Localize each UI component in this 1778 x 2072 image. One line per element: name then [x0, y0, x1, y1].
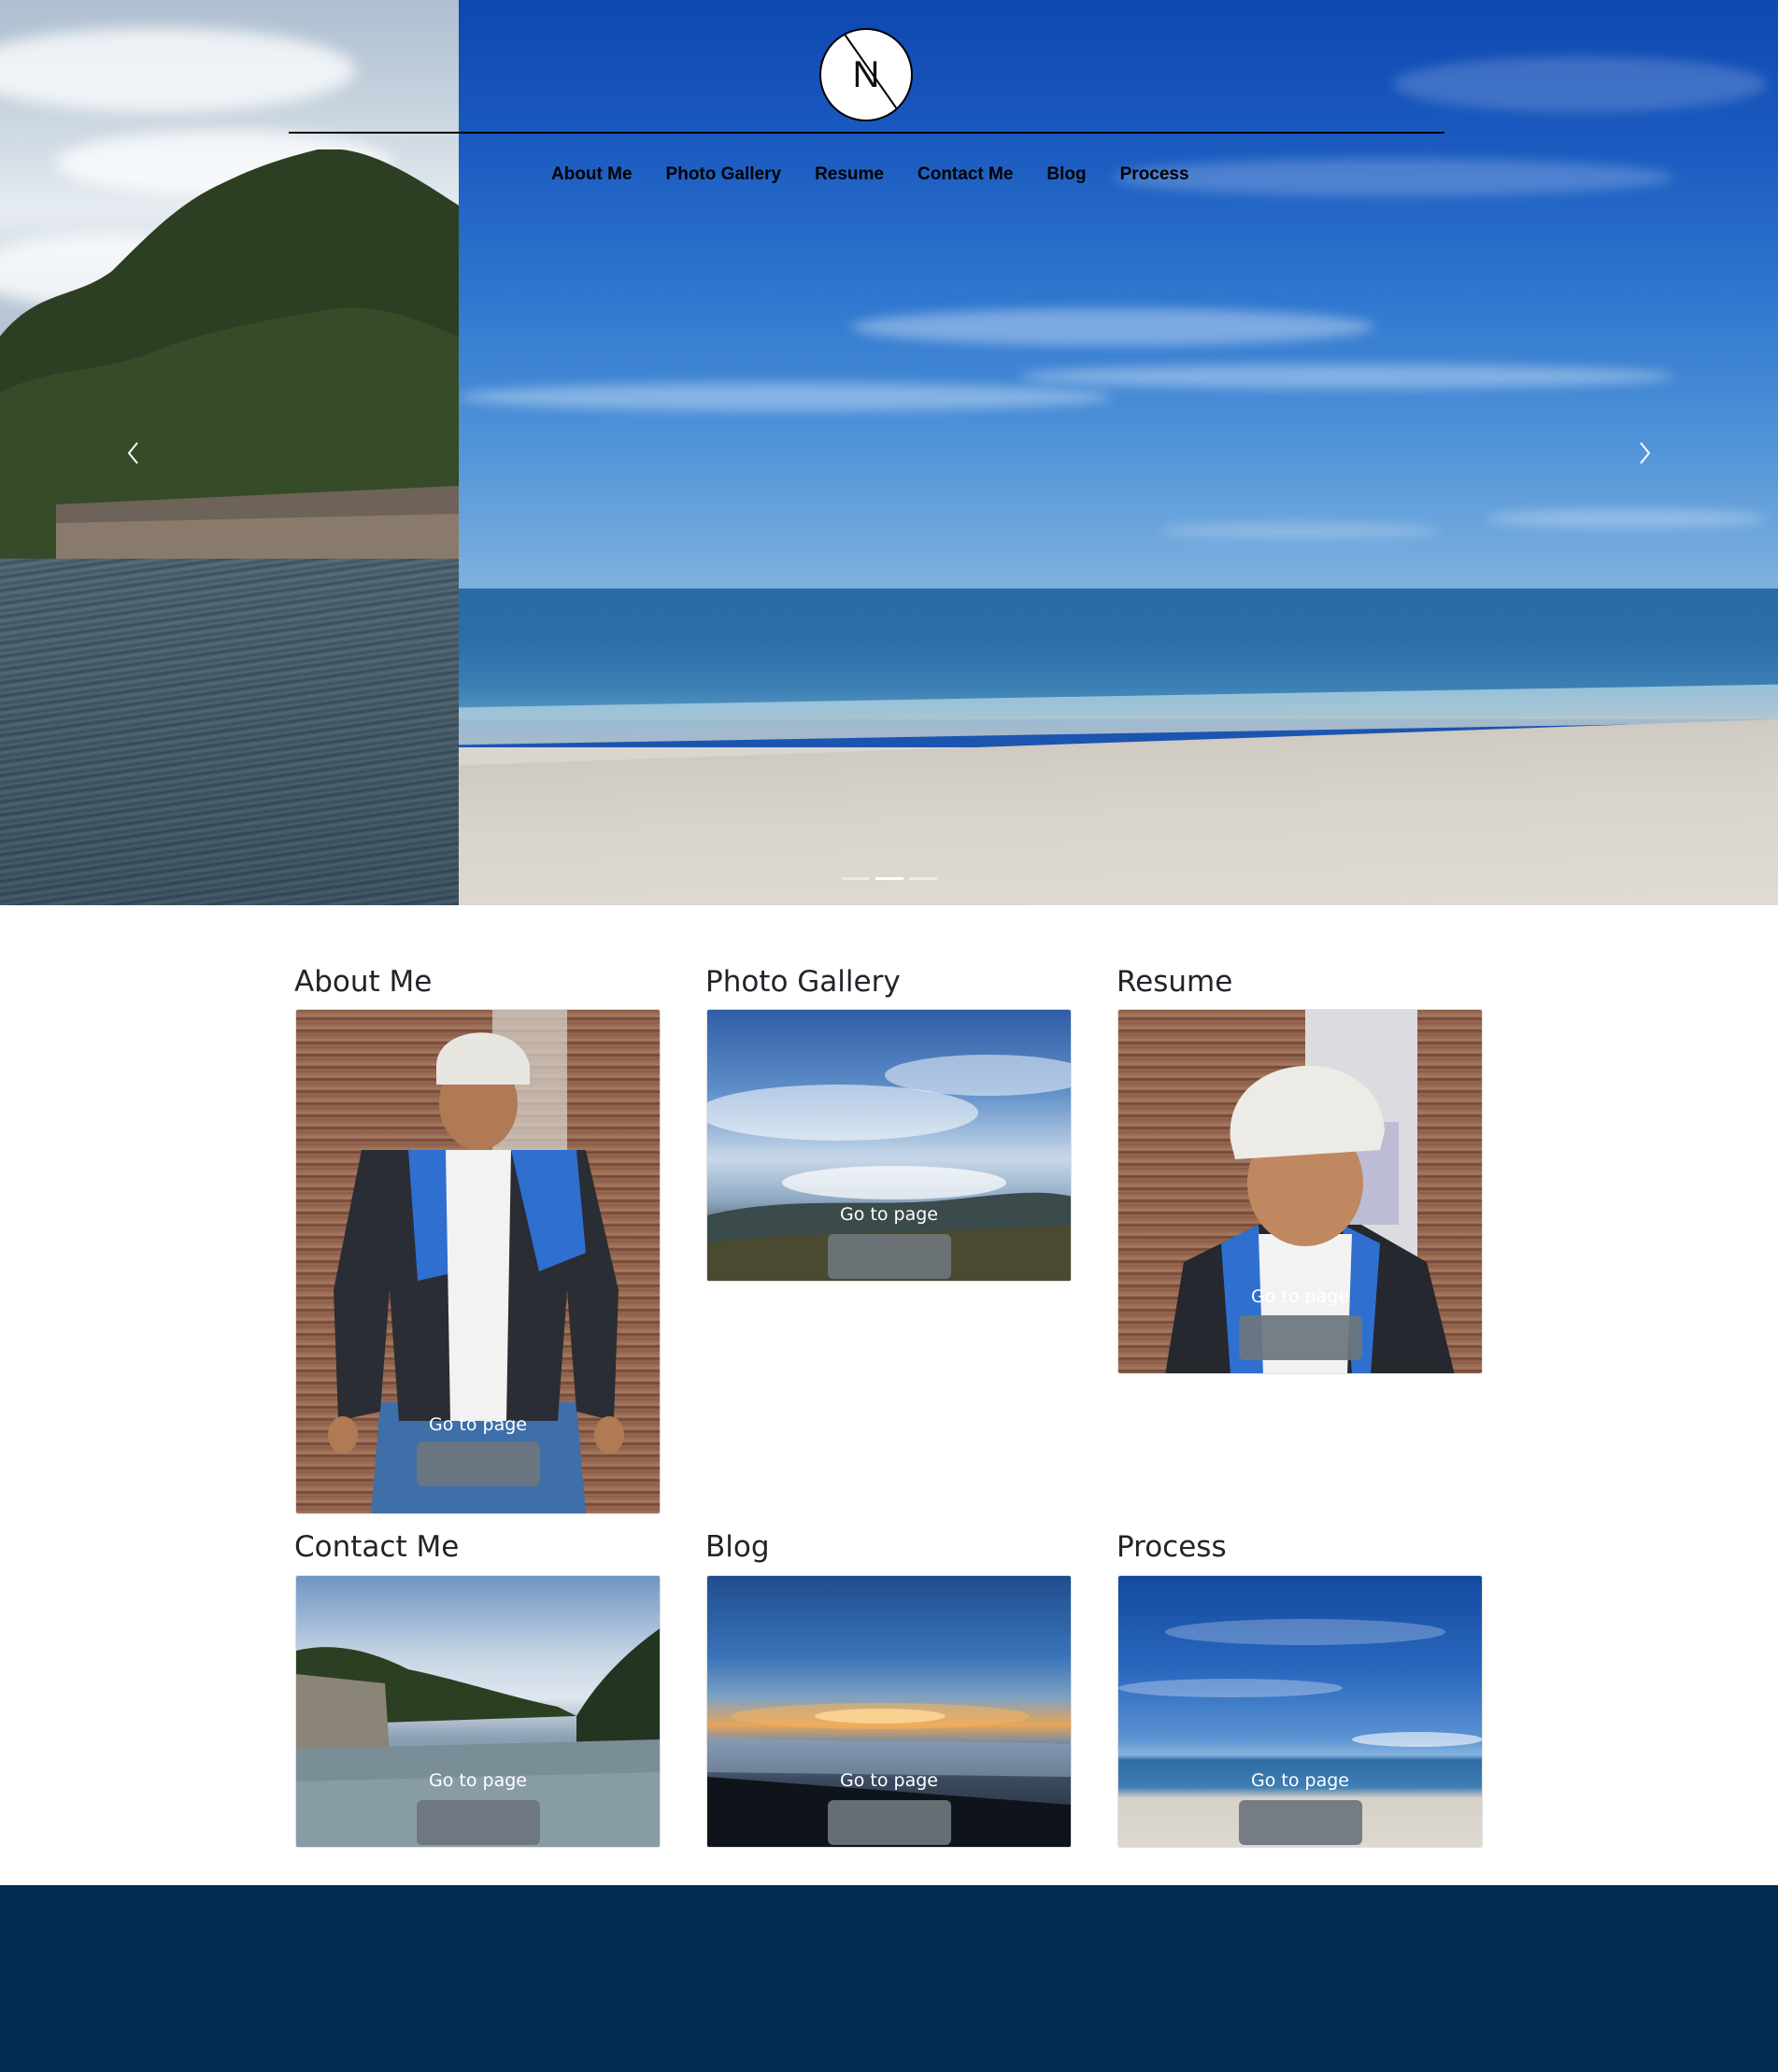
card-button-caption: Go to page — [429, 1770, 527, 1791]
nav-link-resume[interactable]: Resume — [815, 164, 884, 185]
card-title-about-me: About Me — [294, 965, 433, 999]
chevron-right-icon — [1640, 442, 1651, 464]
carousel-prev-button[interactable] — [120, 437, 148, 469]
card-resume: Go to page — [1117, 1009, 1483, 1374]
card-about-me: Go to page — [295, 1009, 661, 1514]
go-to-page-button-blog[interactable] — [828, 1800, 951, 1845]
card-title-contact-me: Contact Me — [294, 1530, 460, 1564]
site-logo[interactable]: N — [819, 28, 913, 121]
card-title-resume: Resume — [1117, 965, 1233, 999]
nav-link-contact-me[interactable]: Contact Me — [917, 164, 1013, 185]
nav-divider — [289, 132, 1444, 134]
main-nav: About Me Photo Gallery Resume Contact Me… — [551, 164, 1223, 185]
chevron-left-icon — [127, 442, 138, 464]
go-to-page-button-photo-gallery[interactable] — [828, 1234, 951, 1279]
site-footer — [0, 1885, 1778, 2072]
go-to-page-button-resume[interactable] — [1239, 1315, 1362, 1360]
nav-link-photo-gallery[interactable]: Photo Gallery — [666, 164, 782, 185]
carousel-indicator-1[interactable] — [842, 877, 870, 880]
card-button-caption: Go to page — [1251, 1286, 1349, 1307]
go-to-page-button-about-me[interactable] — [417, 1441, 540, 1486]
logo-slash — [839, 30, 908, 120]
card-process: Go to page — [1117, 1575, 1483, 1848]
card-blog: Go to page — [706, 1575, 1072, 1848]
card-title-process: Process — [1117, 1530, 1227, 1564]
logo-letter: N — [852, 53, 880, 95]
carousel-indicator-3[interactable] — [909, 877, 937, 880]
card-title-blog: Blog — [705, 1530, 770, 1564]
card-image-about-me — [296, 1010, 660, 1513]
card-button-caption: Go to page — [429, 1414, 527, 1435]
card-title-photo-gallery: Photo Gallery — [705, 965, 901, 999]
carousel-next-button[interactable] — [1630, 437, 1658, 469]
go-to-page-button-process[interactable] — [1239, 1800, 1362, 1845]
nav-link-blog[interactable]: Blog — [1046, 164, 1086, 185]
card-button-caption: Go to page — [1251, 1770, 1349, 1791]
carousel-slide-river — [0, 0, 459, 905]
carousel-slide-beach — [459, 0, 1778, 905]
go-to-page-button-contact-me[interactable] — [417, 1800, 540, 1845]
card-photo-gallery: Go to page — [706, 1009, 1072, 1282]
hero-carousel: N About Me Photo Gallery Resume Contact … — [0, 0, 1778, 905]
card-button-caption: Go to page — [840, 1770, 938, 1791]
card-contact-me: Go to page — [295, 1575, 661, 1848]
card-button-caption: Go to page — [840, 1204, 938, 1225]
carousel-indicator-2[interactable] — [875, 877, 903, 880]
carousel-indicators — [842, 877, 937, 880]
nav-link-process[interactable]: Process — [1120, 164, 1189, 185]
nav-link-about-me[interactable]: About Me — [551, 164, 633, 185]
